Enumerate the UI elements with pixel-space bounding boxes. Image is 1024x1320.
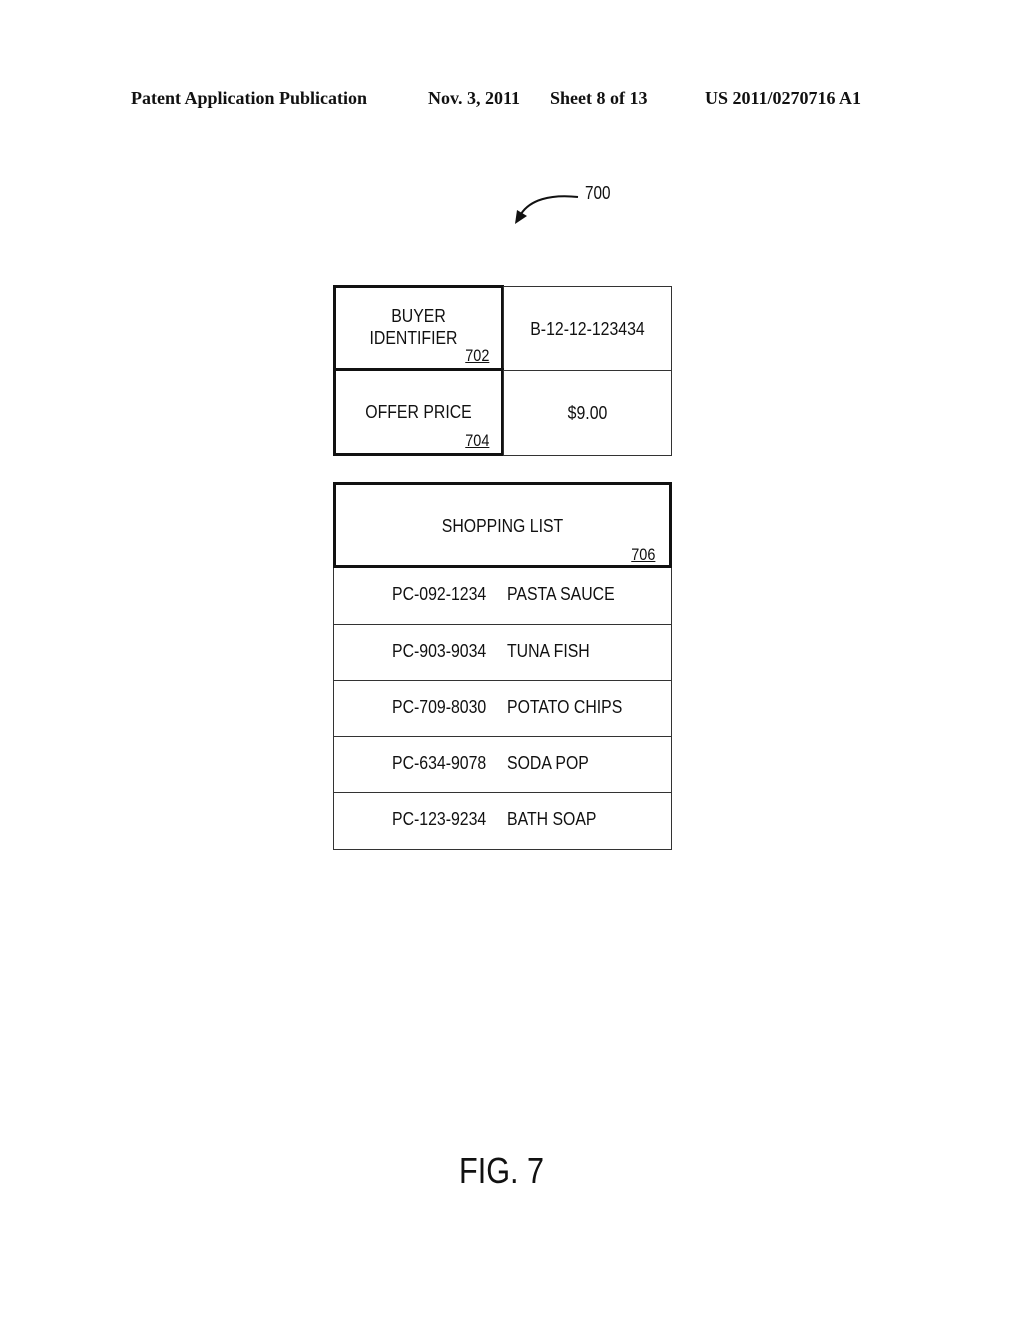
product-name: POTATO CHIPS	[507, 697, 623, 717]
buyer-identifier-value: B-12-12-123434	[530, 319, 645, 339]
product-code: PC-709-8030	[392, 697, 487, 717]
buyer-identifier-label-line1: BUYER	[391, 306, 446, 326]
list-item: PC-123-9234 BATH SOAP	[333, 792, 672, 850]
figure-caption: FIG. 7	[459, 1150, 545, 1191]
curved-arrow-icon	[515, 195, 579, 224]
offer-price-label-cell: OFFER PRICE 704	[333, 368, 504, 456]
product-code: PC-092-1234	[392, 584, 487, 604]
list-item: PC-903-9034 TUNA FISH	[333, 624, 672, 681]
publication-date: Nov. 3, 2011	[428, 88, 521, 108]
product-code: PC-903-9034	[392, 641, 487, 661]
sheet-number: Sheet 8 of 13	[550, 88, 648, 108]
buyer-identifier-label-cell: BUYER IDENTIFIER 702	[333, 285, 504, 371]
list-item: PC-709-8030 POTATO CHIPS	[333, 680, 672, 737]
buyer-record-table: BUYER IDENTIFIER 702 B-12-12-123434 OFFE…	[333, 285, 672, 456]
figure-reference-number: 700	[585, 183, 611, 203]
offer-price-label: OFFER PRICE	[365, 402, 472, 422]
shopping-list-title: SHOPPING LIST	[441, 516, 564, 536]
product-code: PC-634-9078	[392, 753, 487, 773]
reference-706: 706	[630, 545, 655, 564]
product-name: TUNA FISH	[507, 641, 590, 661]
list-item: PC-092-1234 PASTA SAUCE	[333, 568, 672, 625]
reference-704: 704	[464, 431, 489, 450]
offer-price-value-cell: $9.00	[503, 370, 672, 456]
list-item: PC-634-9078 SODA POP	[333, 736, 672, 793]
publication-title: Patent Application Publication	[131, 88, 368, 108]
patent-number: US 2011/0270716 A1	[705, 88, 862, 108]
product-name: BATH SOAP	[507, 809, 597, 829]
shopping-list-header: SHOPPING LIST 706	[333, 482, 672, 568]
page-header: Patent Application Publication Nov. 3, 2…	[0, 88, 1024, 112]
reference-702: 702	[464, 346, 489, 365]
product-name: PASTA SAUCE	[507, 584, 615, 604]
product-code: PC-123-9234	[392, 809, 487, 829]
product-name: SODA POP	[507, 753, 589, 773]
buyer-identifier-value-cell: B-12-12-123434	[503, 286, 672, 371]
offer-price-value: $9.00	[567, 403, 608, 423]
shopping-list-table: SHOPPING LIST 706 PC-092-1234 PASTA SAUC…	[333, 482, 672, 850]
